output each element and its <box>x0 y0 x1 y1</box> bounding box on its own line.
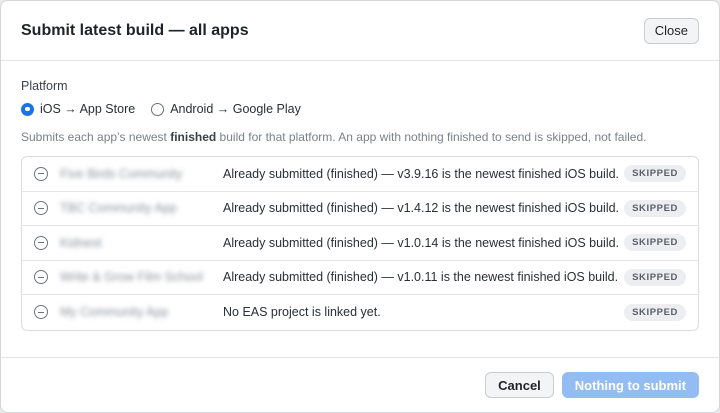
description-text: Submits each app’s newest finished build… <box>21 130 699 144</box>
cancel-button[interactable]: Cancel <box>485 372 554 398</box>
radio-selected-icon[interactable] <box>21 102 34 116</box>
status-badge: SKIPPED <box>624 165 686 183</box>
submit-build-dialog: Submit latest build — all apps Close Pla… <box>0 0 720 413</box>
platform-option-label: Android → Google Play <box>170 102 301 116</box>
radio-unselected-icon[interactable] <box>151 102 165 116</box>
table-row: My Community App No EAS project is linke… <box>22 295 698 330</box>
app-result-message: Already submitted (finished) — v3.9.16 i… <box>223 166 620 181</box>
minus-circle-icon <box>34 166 48 181</box>
table-row: Five Birds Community Already submitted (… <box>22 157 698 192</box>
app-name: Kidnest <box>60 235 102 250</box>
table-row: Write & Grow Film School Already submitt… <box>22 261 698 295</box>
status-badge: SKIPPED <box>624 268 686 286</box>
app-name: Five Birds Community <box>60 166 183 181</box>
minus-circle-icon <box>34 305 48 320</box>
platform-option-label: iOS → App Store <box>40 102 136 116</box>
app-result-message: Already submitted (finished) — v1.0.11 i… <box>223 270 619 285</box>
dialog-body: Platform iOS → App Store Android → Googl… <box>1 61 719 331</box>
table-row: Kidnest Already submitted (finished) — v… <box>22 226 698 261</box>
app-result-list: Five Birds Community Already submitted (… <box>21 156 699 331</box>
app-name: TBC Community App <box>60 201 177 216</box>
status-badge: SKIPPED <box>624 199 686 217</box>
close-button[interactable]: Close <box>643 17 699 44</box>
app-result-message: Already submitted (finished) — v1.4.12 i… <box>223 201 620 216</box>
minus-circle-icon <box>34 235 48 250</box>
status-badge: SKIPPED <box>624 303 686 321</box>
app-name: My Community App <box>60 305 169 320</box>
minus-circle-icon <box>34 270 48 285</box>
dialog-footer: Cancel Nothing to submit <box>1 357 719 412</box>
minus-circle-icon <box>34 201 48 216</box>
platform-option-ios[interactable]: iOS → App Store <box>21 102 135 116</box>
platform-label: Platform <box>21 79 68 93</box>
dialog-header: Submit latest build — all apps Close <box>1 1 719 61</box>
platform-option-android[interactable]: Android → Google Play <box>151 102 301 116</box>
description-bold: finished <box>170 130 217 144</box>
app-result-message: Already submitted (finished) — v1.0.14 i… <box>223 235 620 250</box>
dialog-title: Submit latest build — all apps <box>21 21 249 39</box>
app-name: Write & Grow Film School <box>60 270 203 285</box>
status-badge: SKIPPED <box>624 234 686 252</box>
submit-button[interactable]: Nothing to submit <box>561 372 699 398</box>
platform-radio-group: iOS → App Store Android → Google Play <box>21 102 699 116</box>
table-row: TBC Community App Already submitted (fin… <box>22 192 698 226</box>
description-part: build for that platform. An app with not… <box>216 130 647 144</box>
description-part: Submits each app’s newest <box>21 130 171 144</box>
app-result-message: No EAS project is linked yet. <box>223 305 381 320</box>
